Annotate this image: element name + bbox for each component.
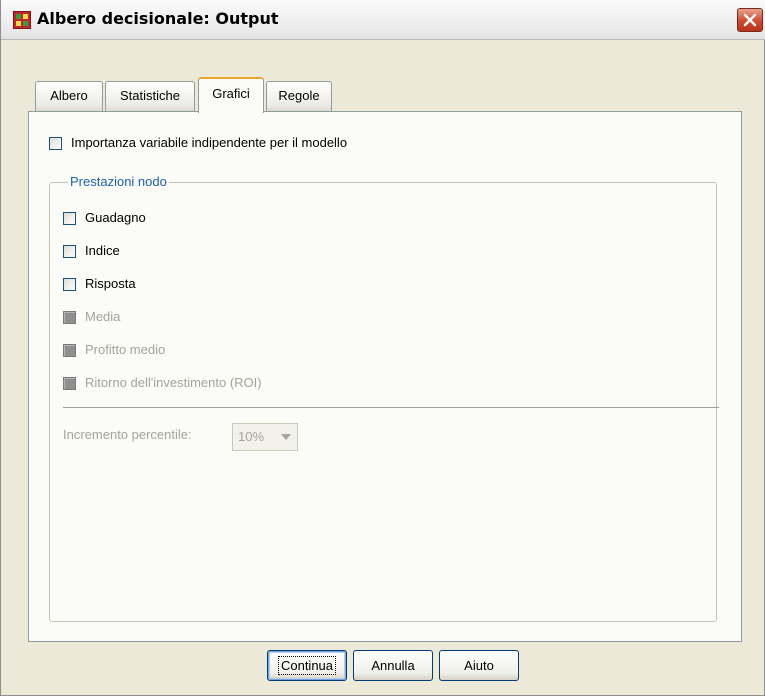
help-button[interactable]: Aiuto — [439, 650, 519, 681]
roi-checkbox — [63, 377, 76, 390]
dialog-window: Albero decisionale: Output Albero Statis… — [0, 0, 765, 696]
roi-checkbox-label: Ritorno dell'investimento (ROI) — [85, 375, 262, 390]
mean-checkbox — [63, 311, 76, 324]
help-button-label: Aiuto — [464, 658, 494, 673]
cancel-button-label: Annulla — [371, 658, 415, 673]
tab-statistiche[interactable]: Statistiche — [105, 81, 195, 111]
importance-checkbox[interactable] — [49, 137, 62, 150]
continue-button[interactable]: Continua — [267, 650, 347, 681]
chevron-down-icon — [281, 434, 291, 440]
mean-checkbox-label: Media — [85, 309, 121, 324]
gain-checkbox-label[interactable]: Guadagno — [85, 210, 146, 225]
divider — [63, 407, 719, 408]
average-profit-checkbox — [63, 344, 76, 357]
tab-regole[interactable]: Regole — [266, 81, 332, 111]
tab-albero[interactable]: Albero — [35, 81, 103, 111]
title-bar[interactable]: Albero decisionale: Output — [1, 0, 765, 40]
index-checkbox[interactable] — [63, 245, 76, 258]
group-title: Prestazioni nodo — [68, 174, 169, 189]
close-icon — [743, 13, 757, 27]
tab-grafici[interactable]: Grafici — [198, 77, 264, 113]
window-title: Albero decisionale: Output — [37, 9, 279, 28]
tab-label: Grafici — [212, 86, 250, 101]
index-checkbox-label[interactable]: Indice — [85, 243, 120, 258]
tab-label: Albero — [50, 88, 88, 103]
tab-label: Statistiche — [120, 88, 180, 103]
decision-tree-app-icon — [13, 11, 31, 29]
percentile-increment-label: Incremento percentile: — [63, 427, 192, 442]
node-performance-group: Prestazioni nodo Guadagno Indice Rispost… — [49, 174, 719, 622]
continue-button-label: Continua — [277, 656, 337, 675]
response-checkbox[interactable] — [63, 278, 76, 291]
cancel-button[interactable]: Annulla — [353, 650, 433, 681]
tab-label: Regole — [278, 88, 320, 103]
close-button[interactable] — [737, 8, 763, 32]
percentile-increment-value: 10% — [238, 429, 265, 444]
tab-panel-grafici: Importanza variabile indipendente per il… — [28, 111, 742, 642]
response-checkbox-label[interactable]: Risposta — [85, 276, 136, 291]
average-profit-checkbox-label: Profitto medio — [85, 342, 166, 357]
percentile-increment-select: 10% — [232, 423, 298, 451]
importance-checkbox-label[interactable]: Importanza variabile indipendente per il… — [71, 135, 347, 150]
gain-checkbox[interactable] — [63, 212, 76, 225]
